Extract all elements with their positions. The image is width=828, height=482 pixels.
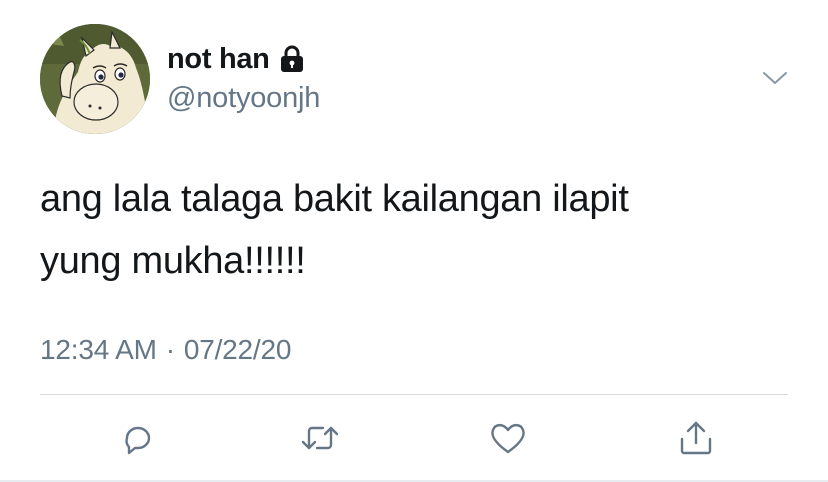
divider	[40, 394, 788, 395]
chevron-down-icon[interactable]	[762, 68, 788, 88]
user-handle[interactable]: @notyoonjh	[167, 82, 320, 115]
reply-button[interactable]	[118, 418, 158, 458]
retweet-button[interactable]	[300, 418, 340, 458]
avatar[interactable]	[40, 24, 150, 134]
tweet-date: 07/22/20	[183, 334, 292, 365]
reply-icon	[125, 426, 151, 455]
display-name[interactable]: not han	[167, 43, 270, 76]
cartoon-avatar-icon	[40, 24, 150, 134]
tweet-text: ang lala talaga bakit kailangan ilapit y…	[40, 178, 629, 282]
share-icon	[680, 421, 712, 455]
tweet-timestamp[interactable]: 12:34 AM · 07/22/20	[40, 334, 291, 366]
share-button[interactable]	[676, 418, 716, 458]
like-button[interactable]	[488, 418, 528, 458]
retweet-icon	[301, 426, 339, 450]
heart-icon	[491, 423, 525, 454]
timestamp-separator: ·	[165, 334, 175, 365]
tweet-time: 12:34 AM	[40, 334, 157, 365]
display-name-row: not han	[167, 41, 305, 77]
lock-icon	[279, 45, 305, 73]
tweet-card: not han @notyoonjh ang lala talaga bakit…	[0, 0, 828, 482]
